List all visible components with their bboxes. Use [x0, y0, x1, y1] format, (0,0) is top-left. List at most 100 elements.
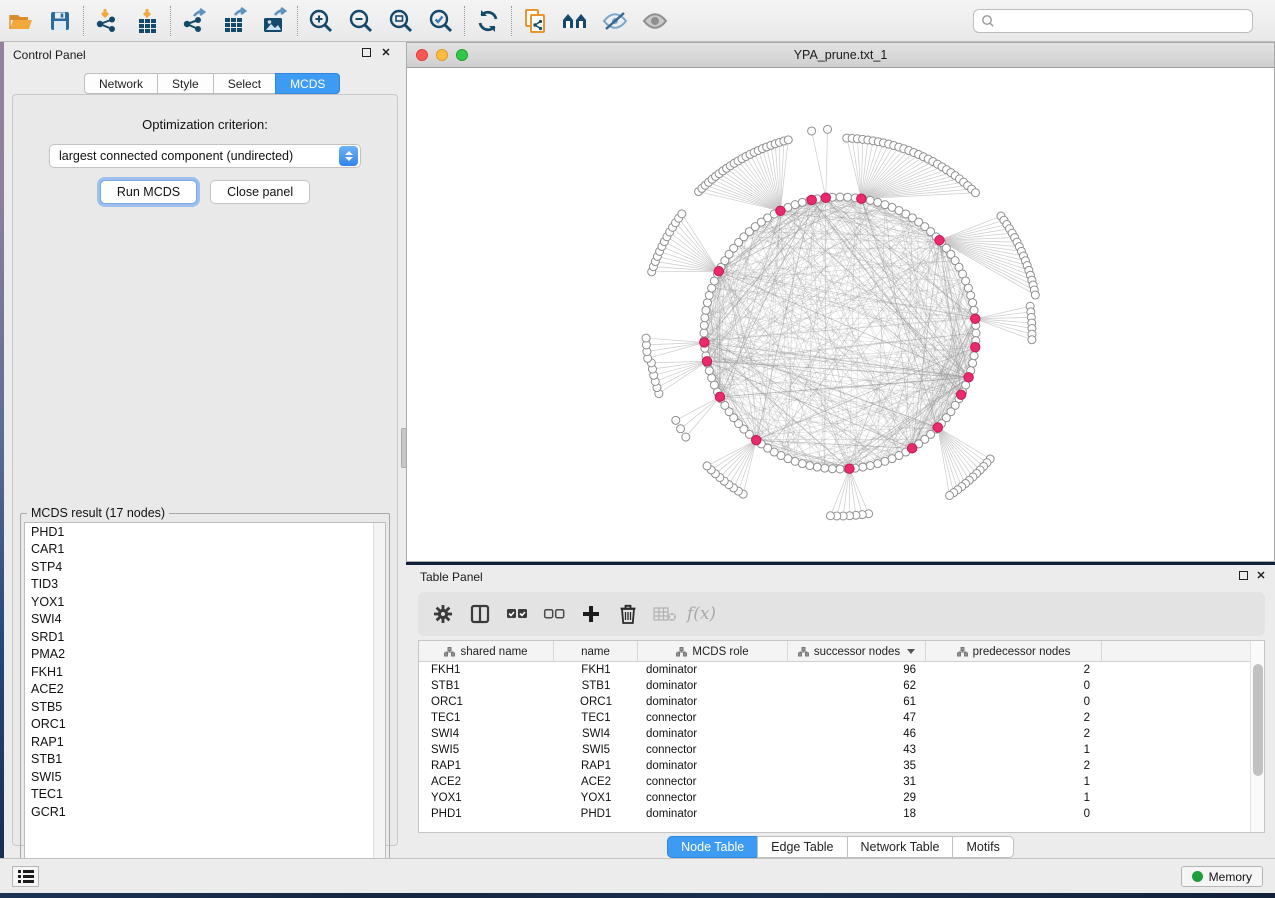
- leaf-node[interactable]: [672, 416, 680, 424]
- run-mcds-button[interactable]: Run MCDS: [100, 180, 197, 204]
- quick-search-box[interactable]: [973, 9, 1253, 33]
- table-scrollbar-thumb[interactable]: [1253, 664, 1263, 776]
- mcds-hub-node[interactable]: [776, 206, 785, 215]
- leaf-node[interactable]: [826, 512, 834, 520]
- leaf-node[interactable]: [682, 433, 690, 441]
- mcds-result-item[interactable]: TEC1: [25, 786, 385, 804]
- table-row[interactable]: PHD1PHD1dominator180: [419, 806, 1250, 822]
- mcds-result-item[interactable]: PMA2: [25, 646, 385, 664]
- table-row[interactable]: SWI5SWI5connector431: [419, 742, 1250, 758]
- column-header-name[interactable]: name: [554, 641, 638, 662]
- mcds-result-item[interactable]: SRD1: [25, 628, 385, 646]
- add-column-icon[interactable]: [574, 597, 607, 631]
- tab-network[interactable]: Network: [84, 73, 157, 94]
- export-table-icon[interactable]: [214, 3, 254, 39]
- leaf-node[interactable]: [946, 491, 954, 499]
- mcds-hub-node[interactable]: [956, 390, 965, 399]
- leaf-node[interactable]: [1028, 336, 1036, 344]
- optimization-criterion-select[interactable]: largest connected component (undirected): [49, 144, 361, 168]
- mcds-hub-node[interactable]: [714, 267, 723, 276]
- ring-node[interactable]: [798, 198, 806, 206]
- ring-node[interactable]: [970, 306, 978, 314]
- float-panel-icon[interactable]: [360, 48, 372, 60]
- ring-node[interactable]: [836, 465, 844, 473]
- table-row[interactable]: STB1STB1dominator620: [419, 678, 1250, 694]
- leaf-node[interactable]: [703, 462, 711, 470]
- leaf-node[interactable]: [642, 334, 650, 342]
- import-network-icon[interactable]: [87, 3, 127, 39]
- mcds-result-item[interactable]: ACE2: [25, 681, 385, 699]
- mcds-hub-node[interactable]: [700, 338, 709, 347]
- tab-style[interactable]: Style: [157, 73, 213, 94]
- mcds-result-item[interactable]: SWI5: [25, 768, 385, 786]
- tab-network-table[interactable]: Network Table: [847, 836, 953, 858]
- ring-node[interactable]: [813, 463, 821, 471]
- table-row[interactable]: ORC1ORC1dominator610: [419, 694, 1250, 710]
- export-network-icon[interactable]: [174, 3, 214, 39]
- mcds-result-item[interactable]: ORC1: [25, 716, 385, 734]
- memory-button[interactable]: Memory: [1181, 866, 1263, 887]
- table-row[interactable]: ACE2ACE2connector311: [419, 774, 1250, 790]
- mcds-hub-node[interactable]: [821, 193, 830, 202]
- ring-node[interactable]: [702, 306, 710, 314]
- ring-node[interactable]: [967, 291, 975, 299]
- column-header-successor-nodes[interactable]: successor nodes: [788, 641, 926, 662]
- ring-node[interactable]: [874, 460, 882, 468]
- network-graph[interactable]: [407, 69, 1274, 561]
- select-all-columns-icon[interactable]: [500, 597, 533, 631]
- first-neighbors-icon[interactable]: [555, 3, 595, 39]
- close-panel-button[interactable]: Close panel: [210, 180, 310, 204]
- mcds-result-item[interactable]: CAR1: [25, 541, 385, 559]
- tab-mcds[interactable]: MCDS: [275, 73, 340, 94]
- ring-node[interactable]: [806, 462, 814, 470]
- ring-node[interactable]: [859, 463, 867, 471]
- close-panel-icon[interactable]: ✕: [380, 48, 392, 60]
- delete-table-icon[interactable]: [648, 597, 681, 631]
- ring-node[interactable]: [700, 321, 708, 329]
- column-header-MCDS-role[interactable]: MCDS role: [638, 641, 788, 662]
- save-session-icon[interactable]: [40, 3, 80, 39]
- close-table-panel-icon[interactable]: ✕: [1255, 571, 1267, 583]
- mcds-hub-node[interactable]: [715, 392, 724, 401]
- show-all-icon[interactable]: [635, 3, 675, 39]
- column-header-shared-name[interactable]: shared name: [419, 641, 554, 662]
- mcds-hub-node[interactable]: [933, 423, 942, 432]
- delete-column-icon[interactable]: [611, 597, 644, 631]
- zoom-in-icon[interactable]: [301, 3, 341, 39]
- ring-node[interactable]: [969, 359, 977, 367]
- mcds-hub-node[interactable]: [845, 464, 854, 473]
- table-row[interactable]: TEC1TEC1connector472: [419, 710, 1250, 726]
- mcds-list-scrollbar[interactable]: [373, 523, 385, 880]
- mcds-result-item[interactable]: GCR1: [25, 803, 385, 821]
- search-input[interactable]: [1000, 14, 1252, 28]
- mcds-hub-node[interactable]: [857, 194, 866, 203]
- zoom-out-icon[interactable]: [341, 3, 381, 39]
- table-row[interactable]: SWI4SWI4dominator462: [419, 726, 1250, 742]
- leaf-node[interactable]: [1031, 291, 1039, 299]
- float-table-panel-icon[interactable]: [1237, 571, 1249, 583]
- mcds-hub-node[interactable]: [971, 314, 980, 323]
- mcds-result-item[interactable]: YOX1: [25, 593, 385, 611]
- ring-node[interactable]: [972, 329, 980, 337]
- ring-node[interactable]: [703, 299, 711, 307]
- tab-edge-table[interactable]: Edge Table: [757, 836, 846, 858]
- leaf-node[interactable]: [808, 127, 816, 135]
- app-manager-button[interactable]: [12, 866, 39, 887]
- ring-node[interactable]: [970, 352, 978, 360]
- ring-node[interactable]: [836, 193, 844, 201]
- leaf-node[interactable]: [677, 425, 685, 433]
- hide-selected-icon[interactable]: [595, 3, 635, 39]
- refresh-layout-icon[interactable]: [468, 3, 508, 39]
- column-header-predecessor-nodes[interactable]: predecessor nodes: [926, 641, 1102, 662]
- tab-node-table[interactable]: Node Table: [667, 836, 757, 858]
- mcds-hub-node[interactable]: [907, 444, 916, 453]
- ring-node[interactable]: [866, 462, 874, 470]
- ring-node[interactable]: [705, 367, 713, 375]
- ring-node[interactable]: [821, 464, 829, 472]
- table-scrollbar[interactable]: [1250, 641, 1264, 832]
- ring-node[interactable]: [700, 329, 708, 337]
- zoom-fit-icon[interactable]: [381, 3, 421, 39]
- mcds-hub-node[interactable]: [964, 373, 973, 382]
- ring-node[interactable]: [866, 196, 874, 204]
- ring-node[interactable]: [701, 314, 709, 322]
